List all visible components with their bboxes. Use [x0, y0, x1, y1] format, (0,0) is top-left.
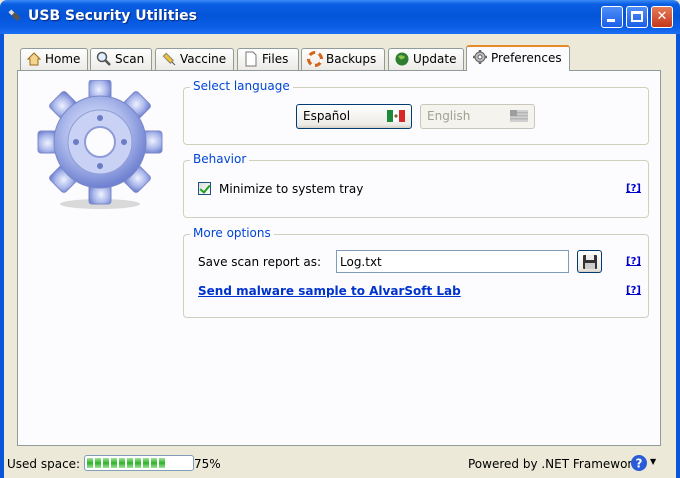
home-icon: [26, 52, 42, 66]
tab-label: Preferences: [491, 51, 562, 65]
tab-scan[interactable]: Scan: [90, 48, 152, 70]
tab-label: Home: [45, 52, 81, 66]
tab-label: Update: [413, 52, 457, 66]
title-bar: USB Security Utilities ✕: [0, 0, 680, 34]
minimize-button[interactable]: [601, 6, 623, 28]
status-bar: Used space: 75% Powered by .NET Framewor…: [4, 450, 676, 478]
group-title: More options: [190, 226, 274, 240]
progress-block: [159, 458, 165, 468]
used-space-label: Used space:: [7, 457, 81, 471]
tab-label: Backups: [326, 52, 377, 66]
save-report-help-link[interactable]: [?]: [626, 256, 641, 267]
send-malware-sample-link[interactable]: Send malware sample to AlvarSoft Lab: [198, 284, 461, 298]
language-group: Select language: [183, 79, 649, 145]
tab-label: Scan: [115, 52, 145, 66]
english-button[interactable]: English: [420, 104, 535, 129]
save-report-label: Save scan report as:: [198, 255, 322, 269]
gear-icon: [473, 50, 487, 64]
mexico-flag-icon: [387, 110, 405, 122]
group-title: Select language: [190, 79, 293, 93]
us-flag-icon: [510, 110, 528, 122]
progress-block: [143, 458, 149, 468]
tab-update[interactable]: Update: [388, 48, 464, 70]
progress-block: [127, 458, 133, 468]
close-button[interactable]: ✕: [651, 6, 673, 28]
english-label: English: [427, 109, 471, 123]
more-options-group: More options: [183, 226, 649, 318]
malware-sample-help-link[interactable]: [?]: [626, 285, 641, 296]
maximize-button[interactable]: [626, 6, 648, 28]
magnifier-icon: [96, 51, 111, 66]
window-title: USB Security Utilities: [28, 8, 198, 24]
help-icon: ?: [631, 455, 647, 471]
save-report-button[interactable]: [577, 250, 602, 273]
close-icon: ✕: [656, 9, 668, 24]
spanish-label: Español: [303, 109, 351, 123]
chevron-down-icon: ▼: [650, 457, 657, 466]
progress-block: [87, 458, 93, 468]
progress-fill: [87, 458, 191, 468]
svg-text:?: ?: [636, 457, 643, 471]
used-space-progress: [84, 455, 194, 471]
tab-files[interactable]: Files: [237, 48, 299, 70]
group-title: Behavior: [190, 152, 250, 166]
tab-label: Files: [262, 52, 289, 66]
globe-icon: [395, 52, 409, 66]
window-border-right: [676, 34, 680, 478]
syringe-icon: [162, 52, 176, 66]
floppy-disk-icon: [583, 255, 597, 269]
minimize-checkbox[interactable]: [198, 182, 211, 195]
help-menu-button[interactable]: ? ▼: [630, 454, 658, 472]
minimize-icon: [607, 19, 615, 22]
progress-block: [119, 458, 125, 468]
progress-block: [103, 458, 109, 468]
usb-icon: [8, 9, 21, 22]
spanish-button[interactable]: Español: [296, 104, 412, 129]
minimize-help-link[interactable]: [?]: [626, 183, 641, 194]
progress-block: [151, 458, 157, 468]
used-space-percent: 75%: [194, 457, 221, 471]
tab-label: Vaccine: [180, 52, 227, 66]
window-border-left: [0, 34, 4, 478]
tab-vaccine[interactable]: Vaccine: [155, 48, 234, 70]
save-report-input[interactable]: [336, 250, 569, 273]
progress-block: [95, 458, 101, 468]
progress-block: [135, 458, 141, 468]
powered-by-label: Powered by .NET Framework: [468, 457, 640, 471]
maximize-icon: [631, 11, 643, 22]
lifebuoy-icon: [307, 51, 323, 67]
gear-icon: [37, 80, 163, 209]
tab-backups[interactable]: Backups: [301, 48, 385, 70]
minimize-label: Minimize to system tray: [219, 182, 364, 196]
progress-block: [111, 458, 117, 468]
document-icon: [245, 51, 257, 67]
tab-preferences[interactable]: Preferences: [466, 45, 570, 71]
tab-home[interactable]: Home: [20, 48, 88, 70]
